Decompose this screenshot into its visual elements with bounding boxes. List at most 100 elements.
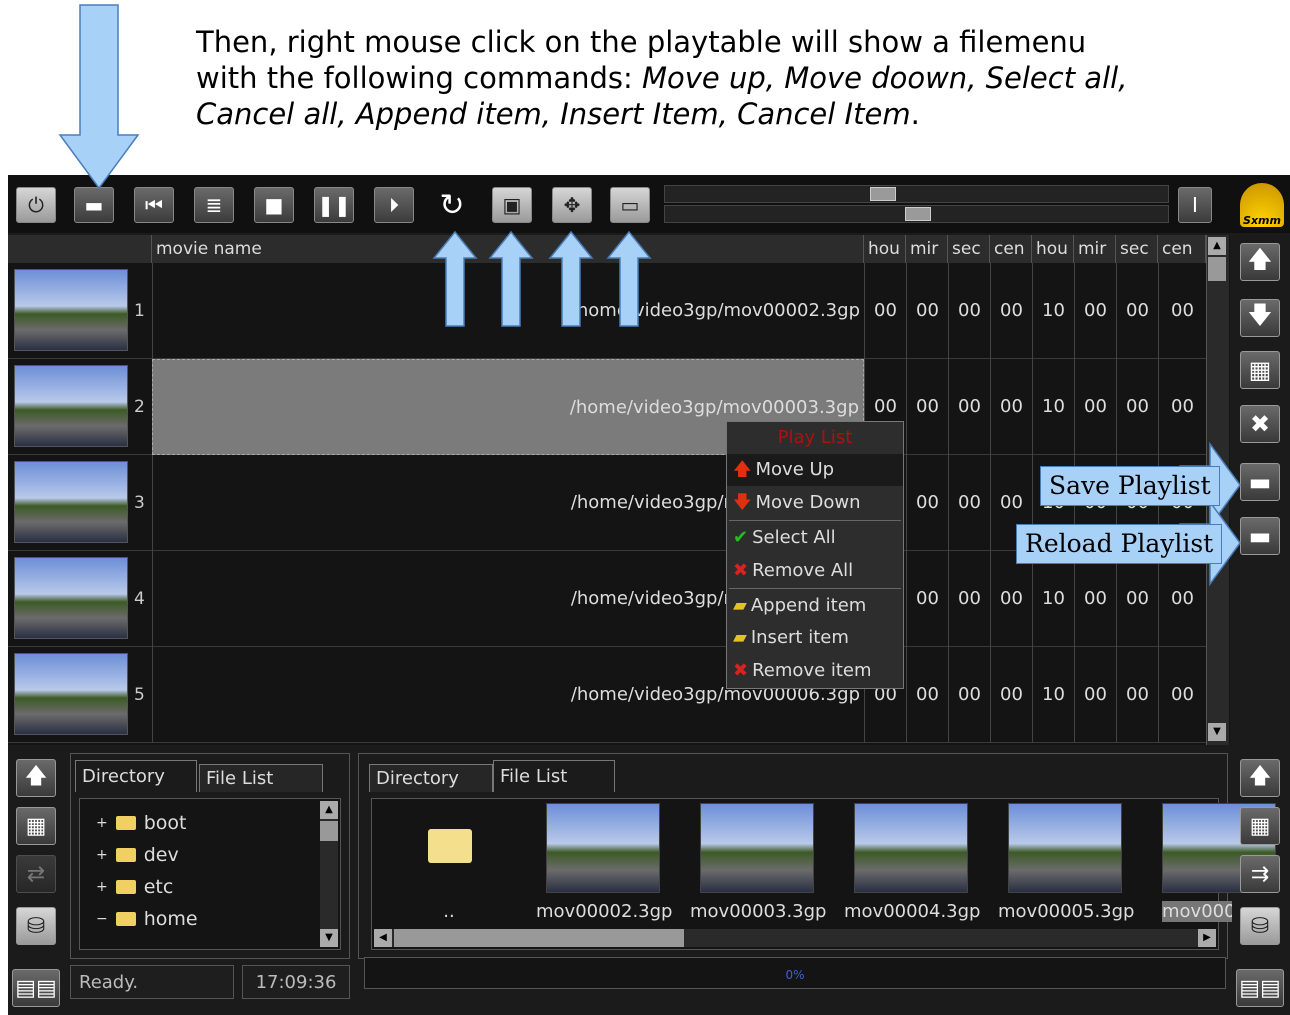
volume-slider[interactable] [664, 205, 1169, 223]
row-time-cell[interactable]: 00 [1074, 551, 1116, 647]
row-time-cell[interactable]: 00 [948, 455, 990, 551]
file-grid-button[interactable]: ▦ [1240, 807, 1280, 845]
table-row[interactable]: 5/home/video3gp/mov00006.3gp 00 00 00 00 10 00… [8, 647, 1206, 743]
menu-item-insert[interactable]: ▰ Insert item [727, 622, 903, 654]
tree-scroll-up[interactable]: ▲ [320, 801, 338, 819]
row-time-cell[interactable]: 00 [990, 551, 1032, 647]
table-row[interactable]: 1/home/video3gp/mov00002.3gp 00 00 00 00 10 00… [8, 263, 1206, 359]
tab-file-list-left[interactable]: File List [199, 764, 323, 792]
row-time-cell[interactable]: 00 [1158, 647, 1206, 743]
row-time-cell[interactable]: 00 [906, 455, 948, 551]
screen-1-button[interactable]: ▣ [492, 187, 532, 223]
move-down-button[interactable]: 🡇 [1240, 299, 1280, 337]
file-thumbnails[interactable]: .. mov00002.3gp mov00003.3gp mov00004.3gp mo… [371, 798, 1276, 950]
screen-2-button[interactable]: ✥ [552, 187, 592, 223]
row-time-cell[interactable]: 10 [1032, 263, 1074, 359]
menu-item-select-all[interactable]: ✔ Select All [727, 522, 903, 554]
table-row[interactable]: 2/home/video3gp/mov00003.3gp 00 00 00 00 10 00… [8, 359, 1206, 455]
row-time-cell[interactable]: 00 [1116, 359, 1158, 455]
row-time-cell[interactable]: 00 [1158, 263, 1206, 359]
tree-item[interactable]: + dev [96, 839, 179, 871]
header-min-2[interactable]: mir [1074, 235, 1116, 263]
row-time-cell[interactable]: 00 [948, 359, 990, 455]
row-time-cell[interactable]: 00 [948, 647, 990, 743]
info-button[interactable]: I [1178, 187, 1212, 223]
remove-button[interactable]: ✖ [1240, 405, 1280, 443]
row-time-cell[interactable]: 00 [1158, 359, 1206, 455]
scroll-down-arrow[interactable]: ▼ [1208, 723, 1226, 741]
playlist-button[interactable]: ≣ [194, 187, 234, 223]
reload-button[interactable]: ↻ [432, 187, 472, 223]
pause-button[interactable]: ❚❚ [314, 187, 354, 223]
row-time-cell[interactable]: 00 [906, 263, 948, 359]
row-time-cell[interactable]: 10 [1032, 551, 1074, 647]
power-button[interactable]: ⏻ [16, 187, 56, 223]
row-time-cell[interactable]: 00 [1074, 263, 1116, 359]
position-slider[interactable] [664, 185, 1169, 203]
screen-3-button[interactable]: ▭ [610, 187, 650, 223]
tree-scroll-thumb[interactable] [320, 821, 338, 841]
scroll-thumb[interactable] [1208, 257, 1226, 281]
tree-item[interactable]: + boot [96, 807, 187, 839]
row-time-cell[interactable]: 00 [1074, 647, 1116, 743]
dir-transfer-button[interactable]: ⇄ [16, 855, 56, 893]
file-scroll-right[interactable]: ▶ [1198, 929, 1216, 947]
tree-toggle-icon[interactable]: + [96, 807, 108, 839]
row-time-cell[interactable]: 00 [948, 263, 990, 359]
scroll-up-arrow[interactable]: ▲ [1208, 237, 1226, 255]
step-forward-button[interactable]: ⏵ [374, 187, 414, 223]
tree-toggle-icon[interactable]: − [96, 903, 108, 935]
menu-item-move-down[interactable]: 🡇 Move Down [727, 487, 903, 519]
file-drive-button[interactable]: ⛁ [1240, 907, 1280, 945]
row-time-cell[interactable]: 00 [906, 551, 948, 647]
row-time-cell[interactable]: 00 [864, 263, 906, 359]
row-time-cell[interactable]: 10 [1032, 647, 1074, 743]
row-time-cell[interactable]: 00 [1116, 263, 1158, 359]
row-time-cell[interactable]: 00 [1116, 551, 1158, 647]
directory-tree[interactable]: + boot + dev + etc − home ▲ ▼ [79, 798, 341, 950]
header-sec-1[interactable]: sec [948, 235, 990, 263]
tree-item[interactable]: + etc [96, 871, 173, 903]
menu-item-append[interactable]: ▰ Append item [727, 590, 903, 622]
dir-up-button[interactable]: 🡅 [16, 759, 56, 797]
tree-scrollbar[interactable]: ▲ ▼ [320, 801, 338, 947]
skip-back-button[interactable]: ⏮ [134, 187, 174, 223]
header-cen-1[interactable]: cen [990, 235, 1032, 263]
row-time-cell[interactable]: 00 [906, 647, 948, 743]
row-time-cell[interactable]: 00 [990, 647, 1032, 743]
row-time-cell[interactable]: 10 [1032, 359, 1074, 455]
tree-scroll-down[interactable]: ▼ [320, 929, 338, 947]
row-time-cell[interactable]: 00 [948, 551, 990, 647]
dir-view-button[interactable]: ▤▤ [12, 969, 60, 1007]
volume-slider-thumb[interactable] [905, 207, 931, 221]
tab-directory-list-left[interactable]: Directory List [75, 760, 197, 819]
stop-button[interactable]: ■ [254, 187, 294, 223]
tree-item[interactable]: − home [96, 903, 198, 935]
row-time-cell[interactable]: 00 [1074, 359, 1116, 455]
move-up-button[interactable]: 🡅 [1240, 243, 1280, 281]
menu-item-remove-item[interactable]: ✖ Remove item [727, 655, 903, 687]
header-sec-2[interactable]: sec [1116, 235, 1158, 263]
file-transfer-button[interactable]: ⇉ [1240, 855, 1280, 893]
dir-grid-button[interactable]: ▦ [16, 807, 56, 845]
select-all-button[interactable]: ▦ [1240, 351, 1280, 389]
tab-file-list-right[interactable]: File List [493, 760, 615, 792]
menu-item-move-up[interactable]: 🡅 Move Up [727, 454, 903, 486]
position-slider-thumb[interactable] [870, 187, 896, 201]
file-up-button[interactable]: 🡅 [1240, 759, 1280, 797]
save-playlist-button[interactable]: ▬ [1240, 463, 1280, 501]
row-time-cell[interactable]: 00 [1158, 551, 1206, 647]
row-time-cell[interactable]: 00 [990, 263, 1032, 359]
row-time-cell[interactable]: 00 [990, 359, 1032, 455]
header-cen-2[interactable]: cen [1158, 235, 1206, 263]
header-min-1[interactable]: mir [906, 235, 948, 263]
row-time-cell[interactable]: 00 [1116, 647, 1158, 743]
dir-drive-button[interactable]: ⛁ [16, 907, 56, 945]
tree-toggle-icon[interactable]: + [96, 839, 108, 871]
header-hou-2[interactable]: hou [1032, 235, 1074, 263]
table-row[interactable]: 4/home/video3gp/mov00005.3gp000000001000… [8, 551, 1206, 647]
row-movie-name[interactable]: /home/video3gp/mov00002.3gp [152, 263, 864, 359]
header-hou-1[interactable]: hou [864, 235, 906, 263]
file-scroll-left[interactable]: ◀ [374, 929, 392, 947]
tree-toggle-icon[interactable]: + [96, 871, 108, 903]
